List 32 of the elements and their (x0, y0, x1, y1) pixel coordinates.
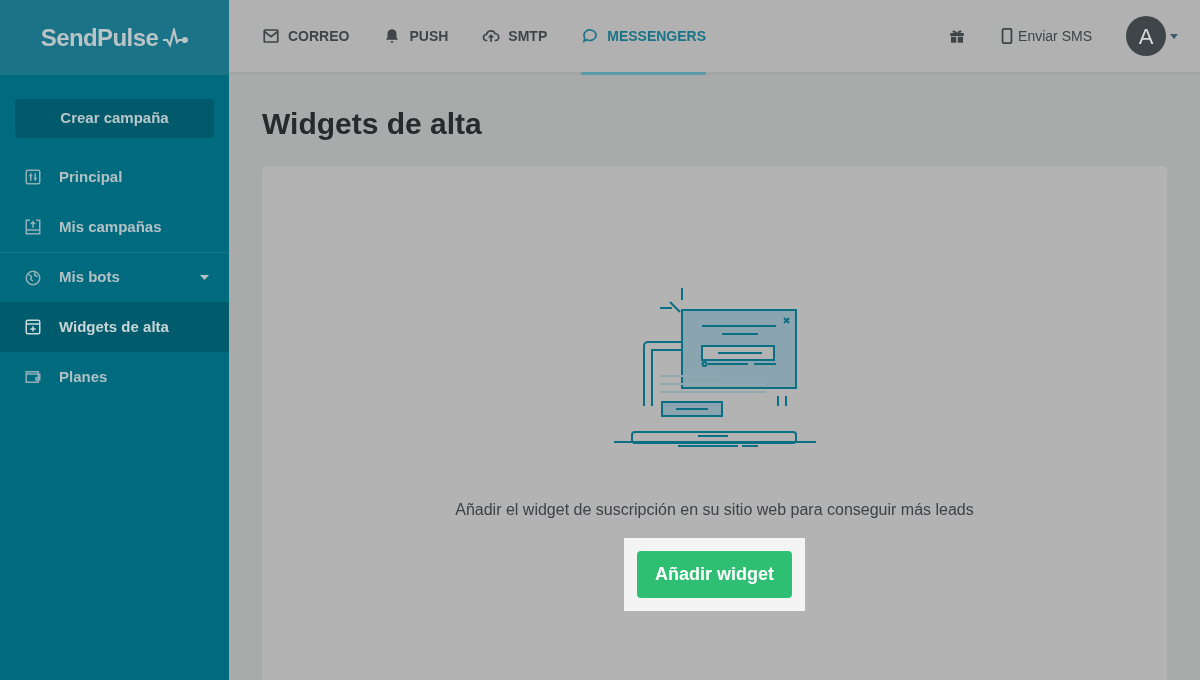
phone-icon (1000, 28, 1015, 44)
window-plus-icon (24, 318, 42, 336)
add-widget-button[interactable]: Añadir widget (637, 551, 792, 598)
envelope-icon (262, 27, 280, 45)
cloud-upload-icon (482, 27, 501, 45)
sidebar-item-label: Mis bots (59, 267, 121, 288)
logo-text: SendPulse (40, 22, 159, 53)
sidebar-item-label: Principal (59, 166, 124, 187)
globe-icon (24, 268, 42, 287)
wallet-icon (24, 368, 42, 386)
sidebar-item[interactable]: Widgets de alta (0, 302, 229, 352)
sliders-icon (24, 168, 42, 186)
caret-icon[interactable] (1170, 33, 1178, 39)
nav-tab[interactable]: CORREO (262, 0, 350, 75)
nav-tab[interactable]: SMTP (482, 0, 548, 75)
sidebar-item-label: Planes (59, 366, 109, 387)
avatar[interactable]: A (1126, 16, 1166, 56)
sidebar-item[interactable]: Planes (0, 352, 229, 402)
caret-icon (200, 275, 209, 280)
nav-tab[interactable]: PUSH (383, 0, 449, 75)
sidebar-item[interactable]: Mis campañas (0, 202, 229, 252)
nav-tab[interactable]: MESSENGERS (581, 0, 707, 75)
description: Añadir el widget de suscripción en su sitio web para conseguir más leads (455, 500, 974, 520)
sidebar-item-label: Widgets de alta (59, 316, 170, 337)
send-sms-link[interactable]: Enviar SMS (1000, 25, 1092, 47)
sidebar-item[interactable]: Principal (0, 152, 229, 202)
upload-tray-icon (24, 218, 42, 236)
create-campaign-button[interactable]: Crear campaña (15, 99, 214, 138)
chat-bubble-icon (581, 27, 600, 45)
page-title: Widgets de alta (262, 106, 483, 142)
sidebar-item-label: Mis campañas (59, 216, 163, 237)
pulse-icon (162, 27, 189, 48)
